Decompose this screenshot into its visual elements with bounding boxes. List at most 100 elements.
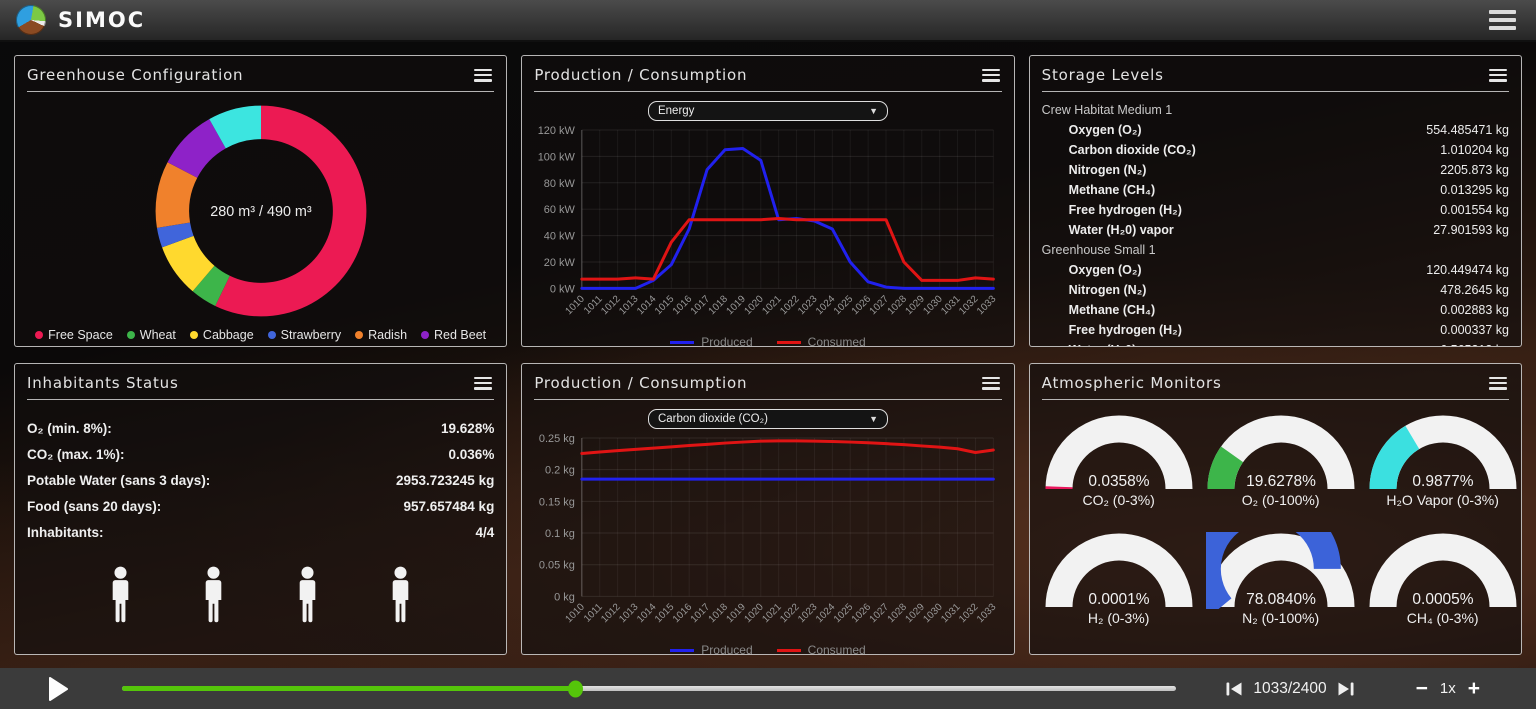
- chart-legend-item-consumed[interactable]: Consumed: [777, 335, 866, 347]
- panel-greenhouse-configuration: Greenhouse Configuration 280 m³ / 490 m³…: [14, 55, 507, 347]
- speed-decrease-button[interactable]: −: [1414, 678, 1430, 699]
- chevron-down-icon: ▼: [869, 106, 878, 116]
- dropdown-value: Carbon dioxide (CO₂): [658, 413, 768, 425]
- speed-increase-button[interactable]: +: [1466, 678, 1482, 699]
- storage-row: Free hydrogen (H₂)0.001554 kg: [1042, 200, 1509, 220]
- currency-selector-energy[interactable]: Energy ▼: [648, 101, 888, 121]
- step-forward-button[interactable]: [1336, 680, 1356, 698]
- hamburger-icon: [1489, 10, 1516, 14]
- storage-row-label: Nitrogen (N₂): [1069, 160, 1147, 180]
- inhabitants-row: O₂ (min. 8%):19.628%: [27, 416, 494, 442]
- legend-item-red-beet[interactable]: Red Beet: [421, 328, 486, 342]
- inhabitants-row-label: Inhabitants:: [27, 520, 104, 546]
- gauge-value: 78.0840%: [1246, 591, 1316, 608]
- chevron-down-icon: ▼: [869, 414, 878, 424]
- dashboard: Greenhouse Configuration 280 m³ / 490 m³…: [0, 42, 1536, 668]
- play-button[interactable]: [48, 677, 68, 701]
- panel-menu-button[interactable]: [1487, 372, 1509, 394]
- panel-menu-button[interactable]: [472, 64, 494, 86]
- storage-row-value: 478.2645 kg: [1440, 280, 1509, 300]
- gauge-value: 19.6278%: [1246, 473, 1316, 490]
- panel-menu-button[interactable]: [472, 372, 494, 394]
- x-tick-label: 1028: [886, 602, 910, 626]
- y-tick-label: 0.05 kg: [539, 560, 575, 572]
- chart-legend-item-consumed[interactable]: Consumed: [777, 643, 866, 655]
- legend-item-radish[interactable]: Radish: [355, 328, 407, 342]
- gauge-label: H₂O Vapor (0-3%): [1386, 492, 1499, 508]
- timeline-slider[interactable]: [122, 686, 1176, 691]
- panel-menu-button[interactable]: [1487, 64, 1509, 86]
- x-tick-label: 1025: [832, 294, 856, 318]
- legend-item-free-space[interactable]: Free Space: [35, 328, 113, 342]
- x-tick-label: 1010: [564, 602, 588, 626]
- storage-list: Crew Habitat Medium 1Oxygen (O₂)554.4854…: [1042, 96, 1509, 347]
- y-tick-label: 60 kW: [544, 204, 576, 216]
- legend-item-cabbage[interactable]: Cabbage: [190, 328, 254, 342]
- legend-dot-icon: [268, 331, 276, 339]
- panel-menu-button[interactable]: [980, 372, 1002, 394]
- inhabitants-row-label: Potable Water (sans 3 days):: [27, 468, 210, 494]
- storage-row-label: Methane (CH₄): [1069, 180, 1156, 200]
- x-tick-label: 1031: [940, 602, 964, 626]
- step-back-button[interactable]: [1224, 680, 1244, 698]
- series-line-consumed: [582, 441, 994, 454]
- topbar: SIMOC: [0, 0, 1536, 42]
- storage-row: Nitrogen (N₂)2205.873 kg: [1042, 160, 1509, 180]
- main-menu-button[interactable]: [1485, 2, 1520, 38]
- legend-item-strawberry[interactable]: Strawberry: [268, 328, 341, 342]
- person-icon: [294, 566, 321, 624]
- x-tick-label: 1019: [725, 294, 749, 318]
- storage-row-value: 0.001554 kg: [1440, 200, 1509, 220]
- hamburger-icon: [474, 69, 492, 72]
- gauge-fill: [1383, 438, 1412, 490]
- play-icon: [48, 677, 68, 701]
- energy-line-chart: 1010101110121013101410151016101710181019…: [534, 123, 1001, 334]
- x-tick-label: 1026: [850, 294, 874, 318]
- energy-chart-legend: Produced Consumed: [670, 334, 865, 347]
- x-tick-label: 1020: [743, 602, 767, 626]
- inhabitants-row-label: Food (sans 20 days):: [27, 494, 161, 520]
- legend-label: Cabbage: [203, 328, 254, 342]
- co2-line-chart: 1010101110121013101410151016101710181019…: [534, 431, 1001, 642]
- legend-label: Radish: [368, 328, 407, 342]
- gauge-value: 0.0358%: [1088, 473, 1149, 490]
- storage-row-value: 554.485471 kg: [1426, 120, 1509, 140]
- timeline-slider-thumb[interactable]: [568, 680, 583, 697]
- storage-row-label: Water (H₂0) vapor: [1069, 340, 1174, 347]
- currency-selector-co2[interactable]: Carbon dioxide (CO₂) ▼: [648, 409, 888, 429]
- person-icon: [107, 566, 134, 624]
- legend-item-onion[interactable]: Onion: [237, 346, 283, 347]
- chart-legend-item-produced[interactable]: Produced: [670, 643, 752, 655]
- panel-title: Production / Consumption: [534, 374, 747, 392]
- x-tick-label: 1013: [617, 602, 641, 626]
- x-tick-label: 1030: [922, 294, 946, 318]
- inhabitants-row-value: 0.036%: [449, 442, 495, 468]
- x-tick-label: 1012: [600, 294, 624, 318]
- chart-legend-item-produced[interactable]: Produced: [670, 335, 752, 347]
- gauge-h₂o: 0.9877%H₂O Vapor (0-3%): [1368, 414, 1518, 526]
- gauge-co₂: 0.0358%CO₂ (0-3%): [1044, 414, 1194, 526]
- storage-row-label: Water (H₂0) vapor: [1069, 220, 1174, 240]
- x-tick-label: 1030: [922, 602, 946, 626]
- y-tick-label: 0.25 kg: [539, 433, 575, 445]
- simoc-logo-icon: [16, 5, 46, 35]
- y-tick-label: 0.15 kg: [539, 496, 575, 508]
- panel-title: Production / Consumption: [534, 66, 747, 84]
- storage-row-label: Nitrogen (N₂): [1069, 280, 1147, 300]
- storage-row: Nitrogen (N₂) 478.2645 kg: [1042, 280, 1509, 300]
- gauge-label: N₂ (0-100%): [1242, 610, 1319, 626]
- x-tick-label: 1015: [653, 602, 677, 626]
- legend-label: Produced: [701, 643, 752, 655]
- speed-controls: − 1x +: [1414, 678, 1482, 699]
- greenhouse-legend: Free Space Wheat Cabbage Strawberry Radish Re…: [27, 326, 494, 347]
- y-tick-label: 20 kW: [544, 257, 576, 269]
- legend-label: Consumed: [808, 643, 866, 655]
- x-tick-label: 1028: [886, 294, 910, 318]
- x-tick-label: 1019: [725, 602, 749, 626]
- legend-item-wheat[interactable]: Wheat: [127, 328, 176, 342]
- playback-bar: 1033/2400 − 1x +: [0, 668, 1536, 709]
- panel-menu-button[interactable]: [980, 64, 1002, 86]
- x-tick-label: 1022: [779, 294, 803, 318]
- panel-head: Inhabitants Status: [27, 364, 494, 400]
- storage-row: Oxygen (O₂)120.449474 kg: [1042, 260, 1509, 280]
